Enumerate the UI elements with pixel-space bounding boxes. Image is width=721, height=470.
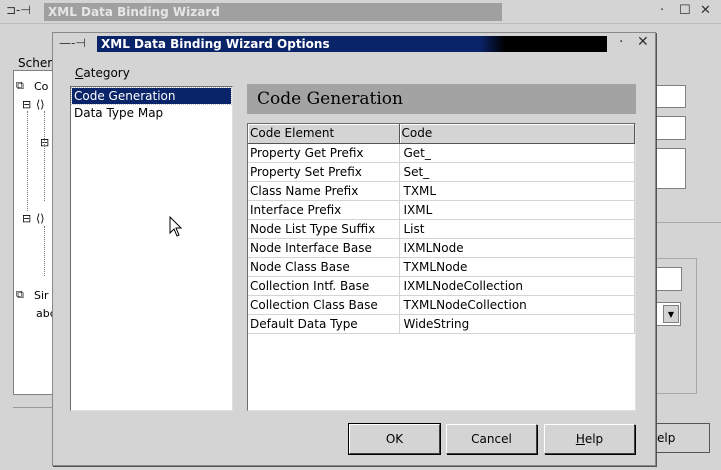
close-icon[interactable]: ✕ xyxy=(637,34,649,50)
code-element-cell: Node List Type Suffix xyxy=(248,219,400,239)
help-accel: H xyxy=(575,432,585,446)
table-row[interactable]: Interface Prefix IXML xyxy=(248,200,635,220)
category-list[interactable]: Code Generation Data Type Map xyxy=(70,86,233,411)
help-rest: elp xyxy=(584,432,604,446)
code-table: Code Element Code Property Get Prefix Get… xyxy=(248,124,635,334)
text-type-icon: abc xyxy=(36,307,52,320)
code-value-cell[interactable]: List xyxy=(399,219,635,239)
table-row[interactable]: Collection Class Base TXMLNodeCollection xyxy=(248,295,635,315)
code-element-cell: Node Class Base xyxy=(248,257,400,277)
element-icon: ⟨⟩ xyxy=(36,212,45,225)
dialog-title: XML Data Binding Wizard Options xyxy=(97,36,607,52)
code-element-grid[interactable]: Code Element Code Property Get Prefix Get… xyxy=(247,123,636,411)
pin-icon[interactable]: —-⊣ xyxy=(59,36,86,50)
code-element-cell: Collection Class Base xyxy=(248,295,400,315)
pin-icon[interactable]: ⊐-⊣ xyxy=(6,3,31,17)
combo-box[interactable]: ▼ xyxy=(655,302,681,326)
tree-node-label[interactable]: Sir xyxy=(34,289,49,302)
separator xyxy=(655,222,721,223)
schema-tree[interactable]: ⧉ Co ⊟ ⟨⟩ ⊟ ⊟ ⟨⟩ ⧉ Sir abc xyxy=(13,70,53,395)
category-label: Category xyxy=(75,66,130,80)
tree-node-label[interactable]: Co xyxy=(34,80,48,93)
column-header-code[interactable]: Code xyxy=(399,124,635,144)
category-item-code-generation[interactable]: Code Generation xyxy=(71,87,232,105)
background-help-button[interactable]: elp xyxy=(655,423,710,453)
column-header-code-element[interactable]: Code Element xyxy=(248,124,400,144)
table-row[interactable]: Node Class Base TXMLNode xyxy=(248,257,635,277)
category-label-rest: ategory xyxy=(83,66,130,80)
table-header-row: Code Element Code xyxy=(248,124,635,144)
help-button[interactable]: Help xyxy=(544,424,635,454)
code-value-cell[interactable]: TXML xyxy=(399,181,635,201)
node-icon: ⧉ xyxy=(16,288,24,301)
edit-field[interactable] xyxy=(655,267,682,291)
code-element-cell: Node Interface Base xyxy=(248,238,400,258)
category-item-data-type-map[interactable]: Data Type Map xyxy=(72,105,231,121)
edit-field[interactable] xyxy=(655,116,686,140)
edit-field[interactable] xyxy=(655,85,686,108)
code-value-cell[interactable]: IXML xyxy=(399,200,635,220)
table-row[interactable]: Property Get Prefix Get_ xyxy=(248,143,635,163)
schema-label: Scher xyxy=(18,56,53,70)
element-icon: ⟨⟩ xyxy=(36,98,45,111)
code-element-cell: Default Data Type xyxy=(248,314,400,334)
table-row[interactable]: Node List Type Suffix List xyxy=(248,219,635,239)
code-value-cell[interactable]: WideString xyxy=(399,314,635,334)
code-value-cell[interactable]: IXMLNode xyxy=(399,238,635,258)
dot-icon[interactable]: · xyxy=(619,34,623,50)
separator xyxy=(13,407,53,408)
table-row[interactable]: Property Set Prefix Set_ xyxy=(248,162,635,182)
code-value-cell[interactable]: Get_ xyxy=(399,143,635,163)
background-window-titlebar: ⊐-⊣ XML Data Binding Wizard · ☐ ✕ xyxy=(0,0,721,24)
code-element-cell: Property Set Prefix xyxy=(248,162,400,182)
table-row[interactable]: Class Name Prefix TXML xyxy=(248,181,635,201)
table-row[interactable]: Node Interface Base IXMLNode xyxy=(248,238,635,258)
code-value-cell[interactable]: IXMLNodeCollection xyxy=(399,276,635,296)
expand-icon[interactable]: ⊟ xyxy=(22,212,31,225)
dialog-titlebar: —-⊣ XML Data Binding Wizard Options · ✕ xyxy=(53,33,655,55)
dot-icon[interactable]: · xyxy=(660,3,664,18)
code-element-cell: Interface Prefix xyxy=(248,200,400,220)
expand-icon[interactable]: ⊟ xyxy=(22,98,31,111)
maximize-icon[interactable]: ☐ xyxy=(679,3,691,18)
mouse-cursor-icon xyxy=(169,216,183,237)
section-title: Code Generation xyxy=(247,84,636,114)
code-value-cell[interactable]: Set_ xyxy=(399,162,635,182)
cancel-button[interactable]: Cancel xyxy=(446,424,537,454)
code-value-cell[interactable]: TXMLNode xyxy=(399,257,635,277)
table-row[interactable]: Collection Intf. Base IXMLNodeCollection xyxy=(248,276,635,296)
options-dialog: —-⊣ XML Data Binding Wizard Options · ✕ … xyxy=(52,32,656,466)
close-icon[interactable]: ✕ xyxy=(700,3,711,18)
ok-button[interactable]: OK xyxy=(348,423,441,455)
tree-line xyxy=(44,111,45,201)
code-element-cell: Collection Intf. Base xyxy=(248,276,400,296)
chevron-down-icon[interactable]: ▼ xyxy=(663,305,679,323)
node-icon: ⧉ xyxy=(16,79,24,92)
table-row[interactable]: Default Data Type WideString xyxy=(248,314,635,334)
code-element-cell: Class Name Prefix xyxy=(248,181,400,201)
tree-line xyxy=(27,111,28,211)
tree-line xyxy=(44,226,45,276)
code-element-cell: Property Get Prefix xyxy=(248,143,400,163)
background-window-title: XML Data Binding Wizard xyxy=(44,3,502,21)
edit-field[interactable] xyxy=(655,148,686,189)
code-value-cell[interactable]: TXMLNodeCollection xyxy=(399,295,635,315)
